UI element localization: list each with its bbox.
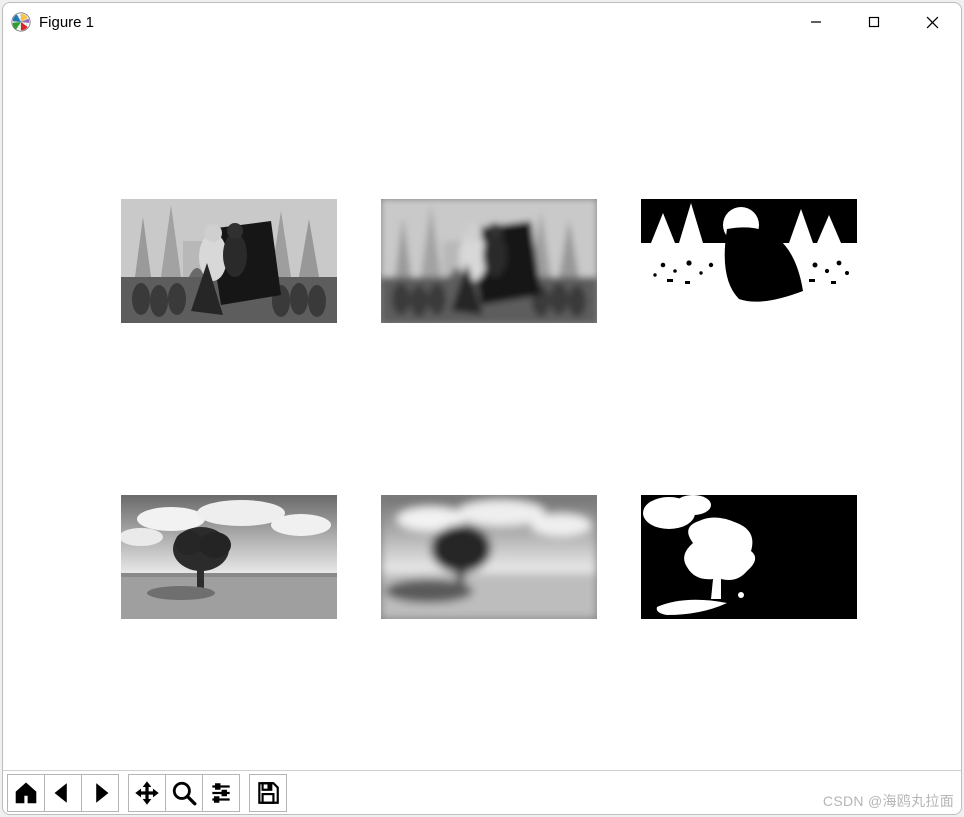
titlebar: Figure 1 xyxy=(3,3,961,41)
zoom-button[interactable] xyxy=(165,774,203,812)
figure-canvas[interactable] xyxy=(3,41,961,770)
subplot-r1c0[interactable] xyxy=(121,495,337,619)
minimize-button[interactable] xyxy=(787,3,845,41)
maximize-button[interactable] xyxy=(845,3,903,41)
subplot-r1c1[interactable] xyxy=(381,495,597,619)
matplotlib-icon xyxy=(11,12,31,32)
subplot-r0c1[interactable] xyxy=(381,199,597,323)
back-button[interactable] xyxy=(44,774,82,812)
pan-button[interactable] xyxy=(128,774,166,812)
window-title: Figure 1 xyxy=(39,14,94,31)
subplot-r0c2[interactable] xyxy=(641,199,857,323)
save-button[interactable] xyxy=(249,774,287,812)
subplot-r1c2[interactable] xyxy=(641,495,857,619)
close-button[interactable] xyxy=(903,3,961,41)
home-button[interactable] xyxy=(7,774,45,812)
figure-window: Figure 1 xyxy=(2,2,962,815)
forward-button[interactable] xyxy=(81,774,119,812)
configure-subplots-button[interactable] xyxy=(202,774,240,812)
nav-toolbar xyxy=(3,770,961,814)
subplot-r0c0[interactable] xyxy=(121,199,337,323)
